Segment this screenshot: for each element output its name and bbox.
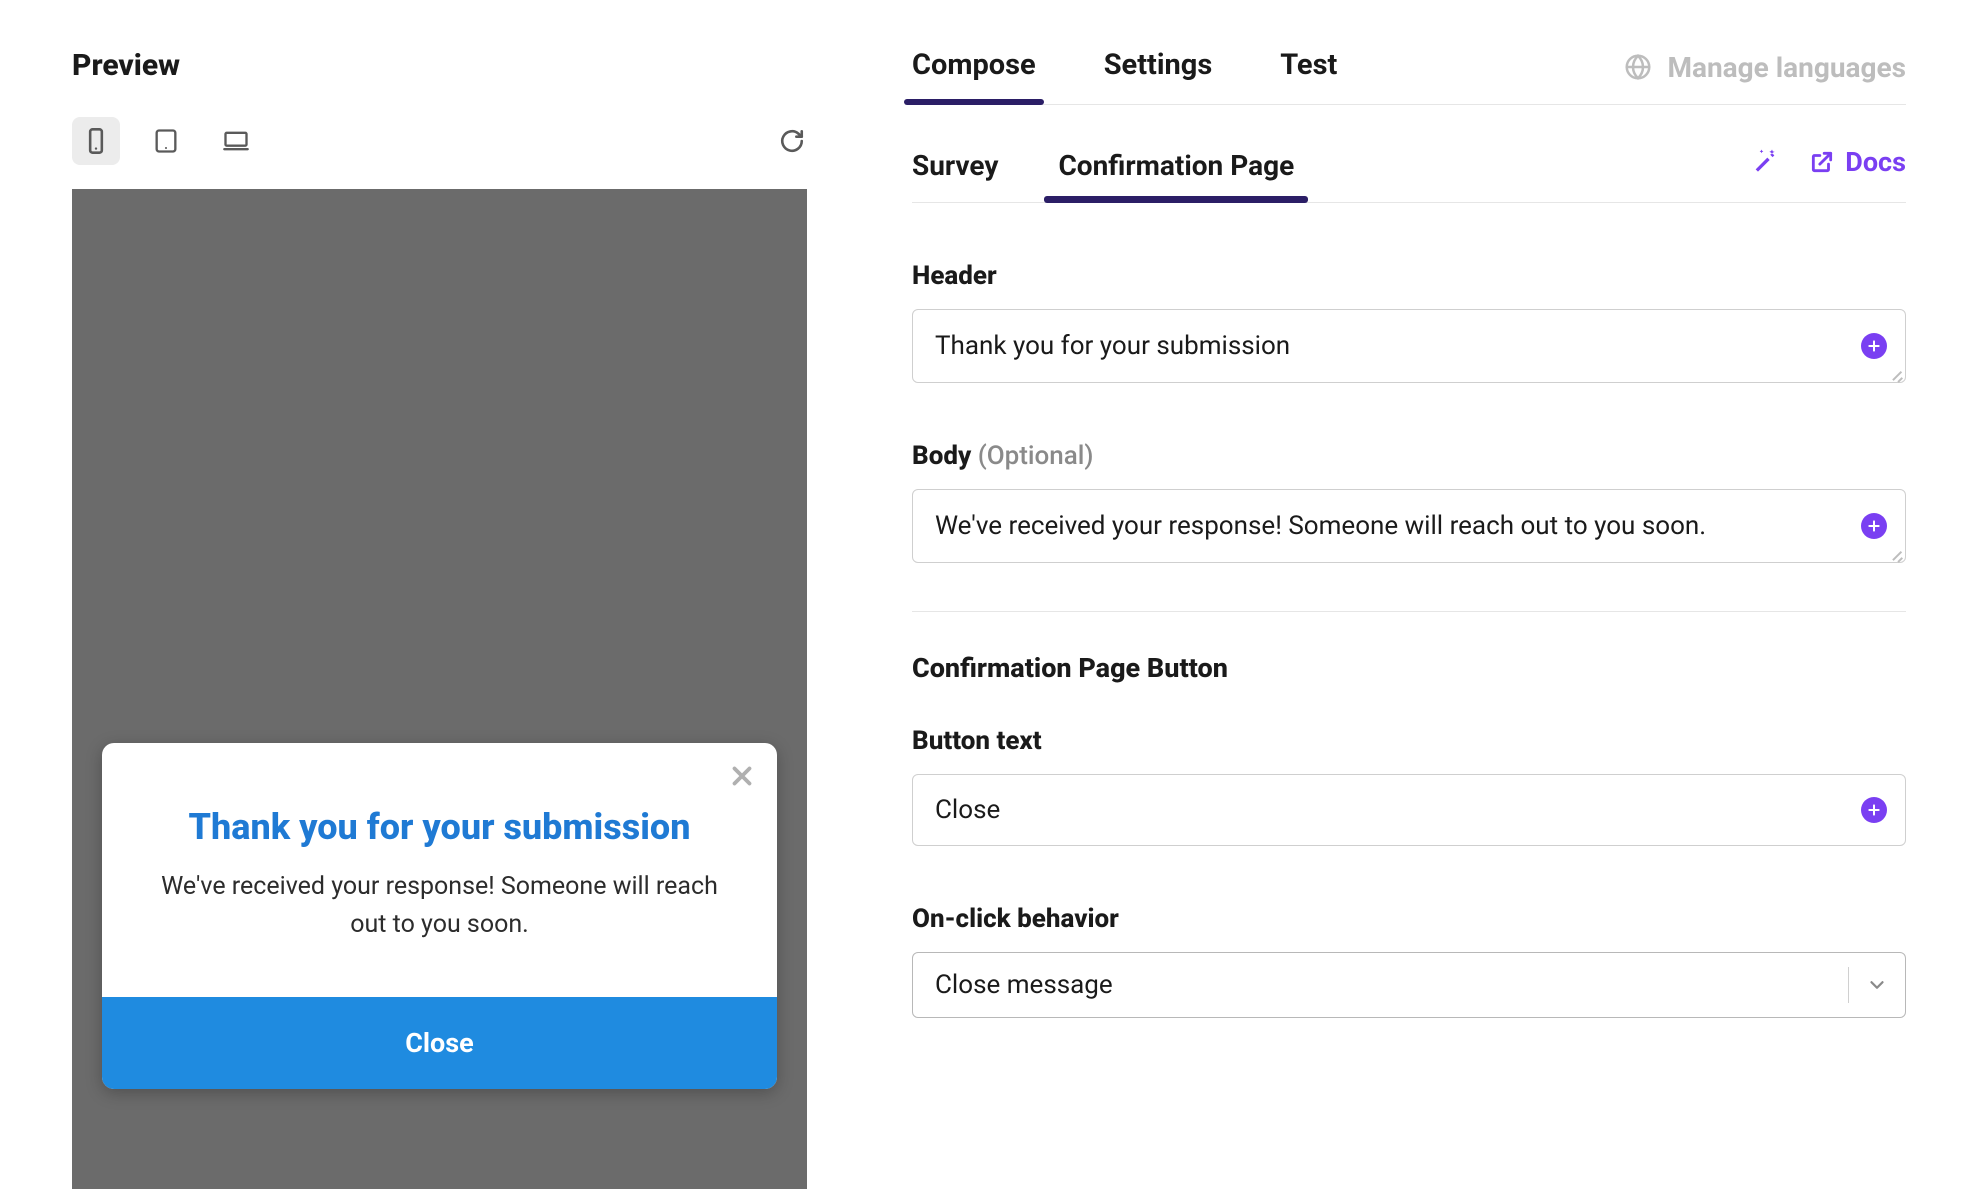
onclick-label: On-click behavior [912, 904, 1906, 934]
tab-settings[interactable]: Settings [1104, 48, 1213, 104]
header-input-wrap [912, 309, 1906, 383]
header-input[interactable] [913, 310, 1905, 382]
sub-tab-survey[interactable]: Survey [912, 135, 998, 202]
body-field-section: Body (Optional) [912, 441, 1906, 563]
manage-languages-button[interactable]: Manage languages [1623, 51, 1906, 102]
manage-languages-label: Manage languages [1667, 51, 1906, 84]
tab-compose[interactable]: Compose [912, 48, 1036, 104]
docs-link-label: Docs [1845, 146, 1906, 178]
button-text-add-variable-button[interactable] [1861, 797, 1887, 823]
button-text-input-wrap [912, 774, 1906, 846]
sub-tabs-actions: Docs [1751, 146, 1906, 192]
onclick-select-chevron [1849, 974, 1905, 996]
button-text-label: Button text [912, 726, 1906, 756]
survey-preview-action-button[interactable]: Close [102, 997, 777, 1089]
tablet-icon [152, 127, 180, 155]
preview-title: Preview [72, 48, 812, 83]
onclick-select-value: Close message [913, 970, 1848, 1000]
plus-icon [1866, 518, 1882, 534]
preview-frame: Thank you for your submission We've rece… [72, 189, 807, 1189]
sub-tabs-row: Survey Confirmation Page Docs [912, 135, 1906, 203]
header-field-section: Header [912, 261, 1906, 383]
body-add-variable-button[interactable] [1861, 513, 1887, 539]
preview-device-bar [72, 117, 812, 165]
phone-icon [82, 127, 110, 155]
button-text-input[interactable] [913, 775, 1905, 845]
body-optional-text: (Optional) [978, 441, 1094, 471]
onclick-select[interactable]: Close message [912, 952, 1906, 1018]
tab-test[interactable]: Test [1280, 48, 1337, 104]
survey-preview-header: Thank you for your submission [102, 795, 777, 868]
device-phone-button[interactable] [72, 117, 120, 165]
top-tabs: Compose Settings Test [912, 48, 1337, 104]
survey-preview-body: We've received your response! Someone wi… [102, 868, 777, 997]
docs-link[interactable]: Docs [1809, 146, 1906, 178]
plus-icon [1866, 338, 1882, 354]
sub-tabs: Survey Confirmation Page [912, 135, 1294, 202]
onclick-field-section: On-click behavior Close message [912, 904, 1906, 1018]
sub-tab-confirmation-page[interactable]: Confirmation Page [1058, 135, 1294, 202]
survey-close-button[interactable] [727, 761, 757, 795]
body-label-text: Body [912, 441, 971, 471]
device-tablet-button[interactable] [142, 117, 190, 165]
refresh-icon [779, 128, 805, 154]
body-input[interactable] [913, 490, 1905, 562]
body-input-wrap [912, 489, 1906, 563]
desktop-icon [222, 127, 250, 155]
preview-device-icons [72, 117, 260, 165]
header-label: Header [912, 261, 1906, 291]
globe-icon [1623, 52, 1653, 82]
section-divider [912, 611, 1906, 612]
magic-wand-button[interactable] [1751, 146, 1779, 178]
close-icon [727, 761, 757, 791]
survey-preview-card: Thank you for your submission We've rece… [102, 743, 777, 1089]
header-add-variable-button[interactable] [1861, 333, 1887, 359]
magic-wand-icon [1751, 146, 1779, 174]
button-section-title: Confirmation Page Button [912, 652, 1906, 684]
device-desktop-button[interactable] [212, 117, 260, 165]
top-tabs-row: Compose Settings Test Manage languages [912, 48, 1906, 105]
chevron-down-icon [1866, 974, 1888, 996]
refresh-preview-button[interactable] [772, 121, 812, 161]
plus-icon [1866, 802, 1882, 818]
button-text-field-section: Button text [912, 726, 1906, 846]
body-label: Body (Optional) [912, 441, 1906, 471]
survey-close-row [102, 743, 777, 795]
external-link-icon [1809, 149, 1835, 175]
